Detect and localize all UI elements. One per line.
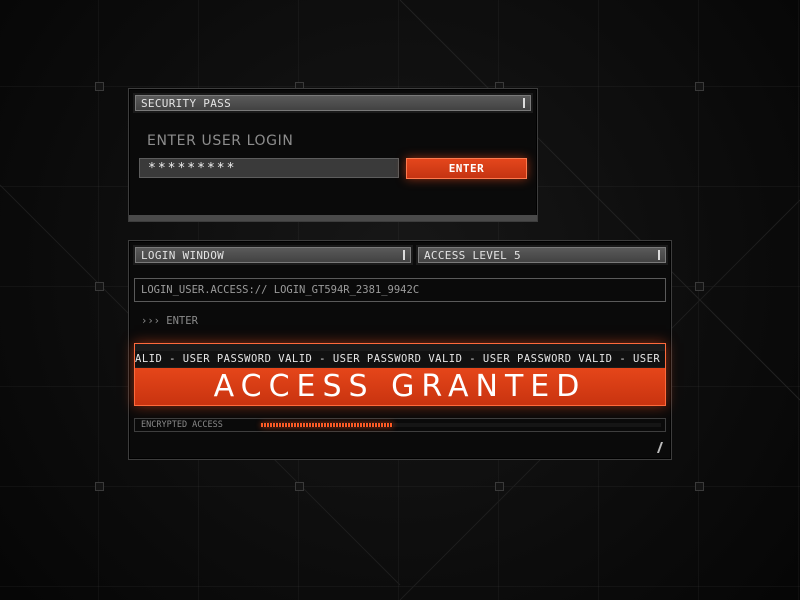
progress-label: ENCRYPTED ACCESS	[141, 420, 223, 430]
grid-marker	[695, 482, 704, 491]
grid-marker	[95, 282, 104, 291]
access-granted-text: ACCESS GRANTED	[135, 368, 665, 405]
encrypted-access-row: ENCRYPTED ACCESS	[134, 418, 666, 432]
grid-marker	[95, 482, 104, 491]
password-input[interactable]: *********	[139, 158, 399, 178]
enter-button[interactable]: ENTER	[406, 158, 527, 179]
login-window-title: LOGIN WINDOW	[141, 249, 225, 262]
access-banner: ALID - USER PASSWORD VALID - USER PASSWO…	[134, 343, 666, 406]
login-label: ENTER USER LOGIN	[147, 133, 294, 149]
resize-slash-icon[interactable]	[656, 442, 664, 453]
progress-fill	[261, 423, 393, 427]
grid-marker	[95, 82, 104, 91]
panel-footer	[129, 215, 537, 221]
grid-marker	[695, 82, 704, 91]
security-pass-panel: SECURITY PASS ENTER USER LOGIN *********…	[128, 88, 538, 222]
titlebar-tick-icon	[658, 250, 660, 260]
grid-marker	[295, 482, 304, 491]
progress-track	[261, 423, 661, 427]
titlebar-tick-icon	[403, 250, 405, 260]
grid-marker	[495, 482, 504, 491]
access-level-title: ACCESS LEVEL 5	[424, 249, 521, 262]
security-pass-title: SECURITY PASS	[141, 97, 231, 110]
access-level-titlebar: ACCESS LEVEL 5	[418, 247, 666, 263]
enter-prompt: ››› ENTER	[141, 315, 198, 327]
login-window-panel: LOGIN WINDOW ACCESS LEVEL 5 LOGIN_USER.A…	[128, 240, 672, 460]
access-string-field: LOGIN_USER.ACCESS:// LOGIN_GT594R_2381_9…	[134, 278, 666, 302]
grid-marker	[695, 282, 704, 291]
scrolling-status-text: ALID - USER PASSWORD VALID - USER PASSWO…	[135, 351, 665, 367]
login-window-titlebar: LOGIN WINDOW	[135, 247, 411, 263]
security-pass-titlebar: SECURITY PASS	[135, 95, 531, 111]
titlebar-tick-icon	[523, 98, 525, 108]
